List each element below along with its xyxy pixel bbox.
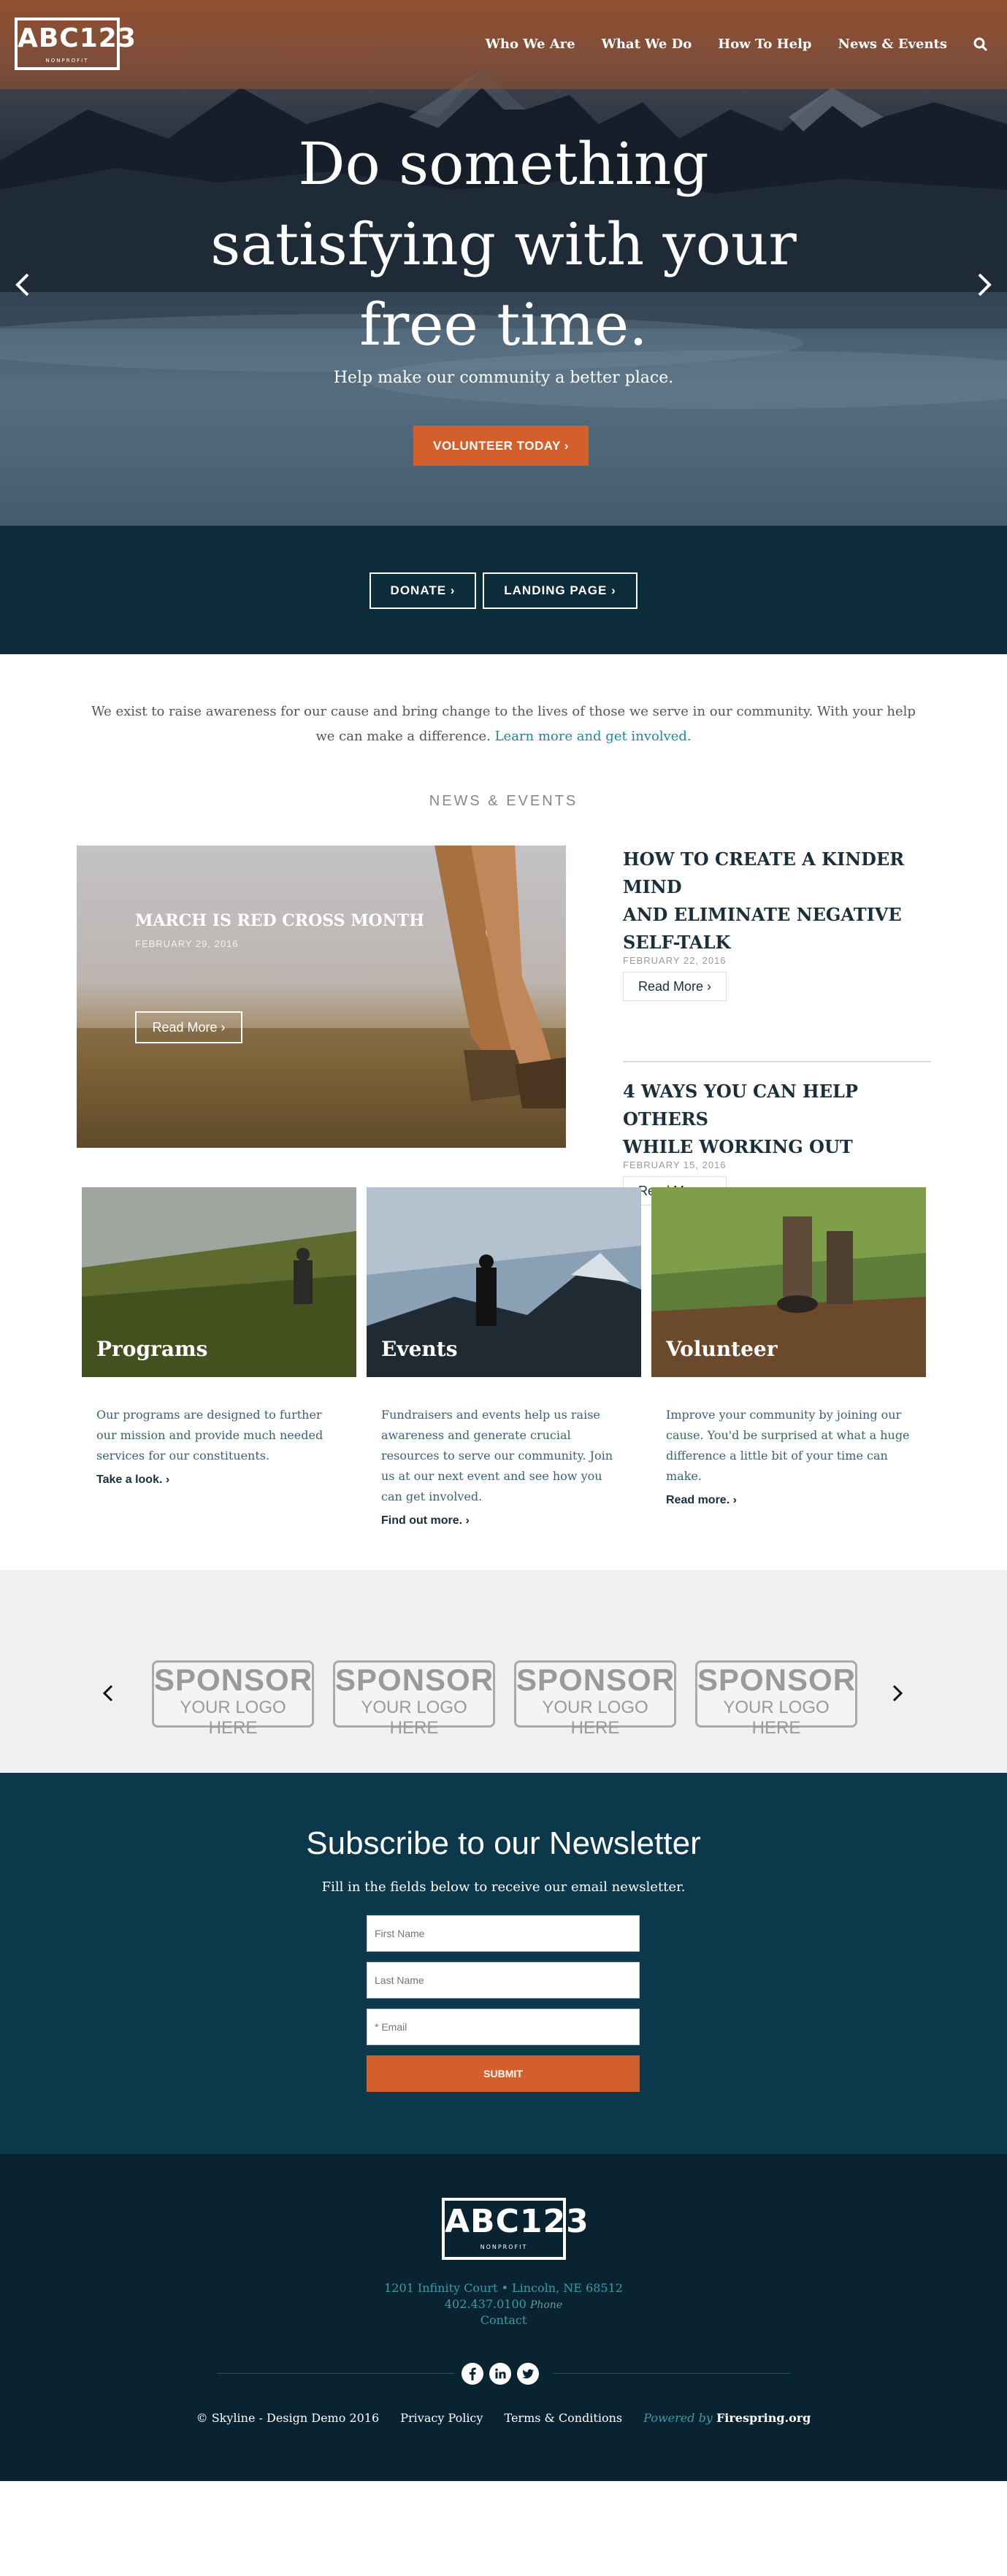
news-item-title-line-3: SELF-TALK bbox=[623, 932, 731, 953]
cta-band: DONATE › LANDING PAGE › bbox=[0, 526, 1007, 654]
news-item-title[interactable]: HOW TO CREATE A KINDER MIND AND ELIMINAT… bbox=[623, 846, 931, 957]
sponsor-logo-title: SPONSOR bbox=[335, 1663, 494, 1697]
footer-phone-label: Phone bbox=[529, 2299, 563, 2311]
sponsor-logo[interactable]: SPONSOR YOUR LOGO HERE bbox=[695, 1660, 857, 1738]
news-item-title-line-1: HOW TO CREATE A KINDER MIND bbox=[623, 848, 905, 897]
landing-page-button[interactable]: LANDING PAGE › bbox=[483, 572, 637, 609]
hero-slider: ABC123 NONPROFIT Who We Are What We Do H… bbox=[0, 0, 1007, 526]
facebook-icon[interactable] bbox=[462, 2363, 483, 2385]
events-image[interactable]: Events bbox=[367, 1187, 641, 1377]
nav-item-who-we-are[interactable]: Who We Are bbox=[486, 37, 575, 52]
donate-button[interactable]: DONATE › bbox=[370, 572, 476, 609]
events-label: Events bbox=[381, 1337, 458, 1361]
logo-mark: ABC123 bbox=[18, 23, 137, 53]
sponsor-logo-subtitle: YOUR LOGO HERE bbox=[542, 1698, 648, 1738]
volunteer-description: Improve your community by joining our ca… bbox=[666, 1408, 910, 1483]
site-footer: ABC123 NONPROFIT 1201 Infinity Court • L… bbox=[0, 2154, 1007, 2481]
sponsor-logo-subtitle: YOUR LOGO HERE bbox=[180, 1698, 286, 1738]
news-divider bbox=[623, 1061, 931, 1062]
feature-cards: Programs Our programs are designed to fu… bbox=[0, 1114, 1007, 1570]
twitter-icon[interactable] bbox=[517, 2363, 539, 2385]
news-item-title-line-2: AND ELIMINATE NEGATIVE bbox=[623, 904, 902, 925]
volunteer-today-button[interactable]: VOLUNTEER TODAY › bbox=[413, 426, 589, 466]
site-logo[interactable]: ABC123 NONPROFIT bbox=[15, 18, 137, 70]
hero-title: Do something satisfying with your free t… bbox=[0, 124, 1007, 365]
newsletter-subtitle: Fill in the fields below to receive our … bbox=[321, 1879, 686, 1895]
events-description: Fundraisers and events help us raise awa… bbox=[381, 1408, 613, 1503]
powered-by-brand: Firespring.org bbox=[716, 2411, 811, 2425]
learn-more-link[interactable]: Learn more and get involved. bbox=[495, 729, 692, 744]
programs-card: Programs Our programs are designed to fu… bbox=[82, 1187, 356, 1487]
featured-news-title: MARCH IS RED CROSS MONTH bbox=[135, 911, 424, 930]
terms-link[interactable]: Terms & Conditions bbox=[505, 2411, 623, 2425]
programs-label: Programs bbox=[96, 1337, 208, 1361]
powered-by-text: Powered by bbox=[643, 2411, 713, 2425]
sponsor-prev-arrow-icon[interactable] bbox=[101, 1683, 115, 1703]
sponsor-logo-subtitle: YOUR LOGO HERE bbox=[723, 1698, 830, 1738]
sponsor-logo-subtitle: YOUR LOGO HERE bbox=[361, 1698, 467, 1738]
sponsor-logo-title: SPONSOR bbox=[697, 1663, 857, 1697]
nav-item-what-we-do[interactable]: What We Do bbox=[602, 37, 692, 52]
copyright-text: © Skyline - Design Demo 2016 bbox=[196, 2411, 380, 2425]
sponsor-logo[interactable]: SPONSOR YOUR LOGO HERE bbox=[333, 1660, 495, 1738]
linkedin-icon[interactable] bbox=[489, 2363, 511, 2385]
social-links bbox=[462, 2363, 546, 2385]
footer-phone[interactable]: 402.437.0100 bbox=[445, 2297, 527, 2311]
volunteer-image[interactable]: Volunteer bbox=[651, 1187, 926, 1377]
slider-next-arrow-icon[interactable] bbox=[973, 270, 995, 299]
sponsor-carousel: SPONSOR YOUR LOGO HERE SPONSOR YOUR LOGO… bbox=[0, 1570, 1007, 1773]
featured-read-more-button[interactable]: Read More › bbox=[135, 1011, 242, 1043]
news-item: HOW TO CREATE A KINDER MIND AND ELIMINAT… bbox=[623, 846, 931, 1001]
footer-divider bbox=[554, 2373, 790, 2374]
search-icon[interactable] bbox=[973, 37, 988, 52]
footer-logo-mark: ABC123 bbox=[445, 2203, 589, 2240]
slider-prev-arrow-icon[interactable] bbox=[12, 270, 34, 299]
hero-title-line-2: satisfying with your bbox=[210, 210, 797, 278]
news-item-date: FEBRUARY 22, 2016 bbox=[623, 955, 727, 966]
volunteer-label: Volunteer bbox=[666, 1337, 778, 1361]
hero-title-line-1: Do something bbox=[298, 130, 709, 198]
sponsor-logo[interactable]: SPONSOR YOUR LOGO HERE bbox=[152, 1660, 314, 1738]
nav-item-news-events[interactable]: News & Events bbox=[838, 37, 947, 52]
hero-subtitle: Help make our community a better place. bbox=[333, 369, 674, 387]
mission-statement: We exist to raise awareness for our caus… bbox=[0, 654, 1007, 793]
news-events-heading: NEWS & EVENTS bbox=[429, 793, 578, 809]
take-a-look-link[interactable]: Take a look. › bbox=[82, 1466, 356, 1487]
footer-phone-line: 402.437.0100 Phone bbox=[0, 2297, 1007, 2311]
sponsor-logo-title: SPONSOR bbox=[154, 1663, 313, 1697]
featured-news-card[interactable]: MARCH IS RED CROSS MONTH FEBRUARY 29, 20… bbox=[77, 846, 566, 1148]
nav-item-how-to-help[interactable]: How To Help bbox=[718, 37, 811, 52]
footer-logo-subtext: NONPROFIT bbox=[480, 2244, 528, 2250]
featured-news-date: FEBRUARY 29, 2016 bbox=[135, 938, 239, 949]
events-card: Events Fundraisers and events help us ra… bbox=[367, 1187, 641, 1527]
submit-button[interactable]: SUBMIT bbox=[367, 2055, 640, 2092]
programs-description: Our programs are designed to further our… bbox=[96, 1408, 323, 1463]
newsletter-title: Subscribe to our Newsletter bbox=[306, 1825, 701, 1861]
powered-by[interactable]: Powered by Firespring.org bbox=[643, 2411, 811, 2425]
main-nav: Who We Are What We Do How To Help News &… bbox=[486, 37, 988, 52]
footer-address: 1201 Infinity Court • Lincoln, NE 68512 bbox=[384, 2281, 623, 2295]
news-section: MARCH IS RED CROSS MONTH FEBRUARY 29, 20… bbox=[0, 837, 1007, 1205]
first-name-field[interactable] bbox=[367, 1915, 640, 1952]
read-more-link[interactable]: Read more. › bbox=[651, 1487, 926, 1507]
news-read-more-button[interactable]: Read More › bbox=[623, 972, 727, 1001]
email-field[interactable] bbox=[367, 2009, 640, 2045]
newsletter-section: Subscribe to our Newsletter Fill in the … bbox=[0, 1773, 1007, 2154]
footer-logo[interactable]: ABC123 NONPROFIT bbox=[442, 2198, 589, 2260]
hero-title-line-3: free time. bbox=[359, 291, 648, 359]
sponsor-logo-title: SPONSOR bbox=[516, 1663, 675, 1697]
sponsor-logo[interactable]: SPONSOR YOUR LOGO HERE bbox=[514, 1660, 676, 1738]
footer-bottom-bar: © Skyline - Design Demo 2016 Privacy Pol… bbox=[0, 2411, 1007, 2425]
footer-divider bbox=[217, 2373, 454, 2374]
privacy-policy-link[interactable]: Privacy Policy bbox=[400, 2411, 483, 2425]
featured-news-image bbox=[77, 846, 566, 1148]
volunteer-card: Volunteer Improve your community by join… bbox=[651, 1187, 926, 1507]
logo-subtext: NONPROFIT bbox=[45, 58, 89, 64]
find-out-more-link[interactable]: Find out more. › bbox=[367, 1507, 641, 1527]
last-name-field[interactable] bbox=[367, 1962, 640, 1998]
sponsor-next-arrow-icon[interactable] bbox=[890, 1683, 905, 1703]
programs-image[interactable]: Programs bbox=[82, 1187, 356, 1377]
footer-contact-link[interactable]: Contact bbox=[0, 2313, 1007, 2327]
